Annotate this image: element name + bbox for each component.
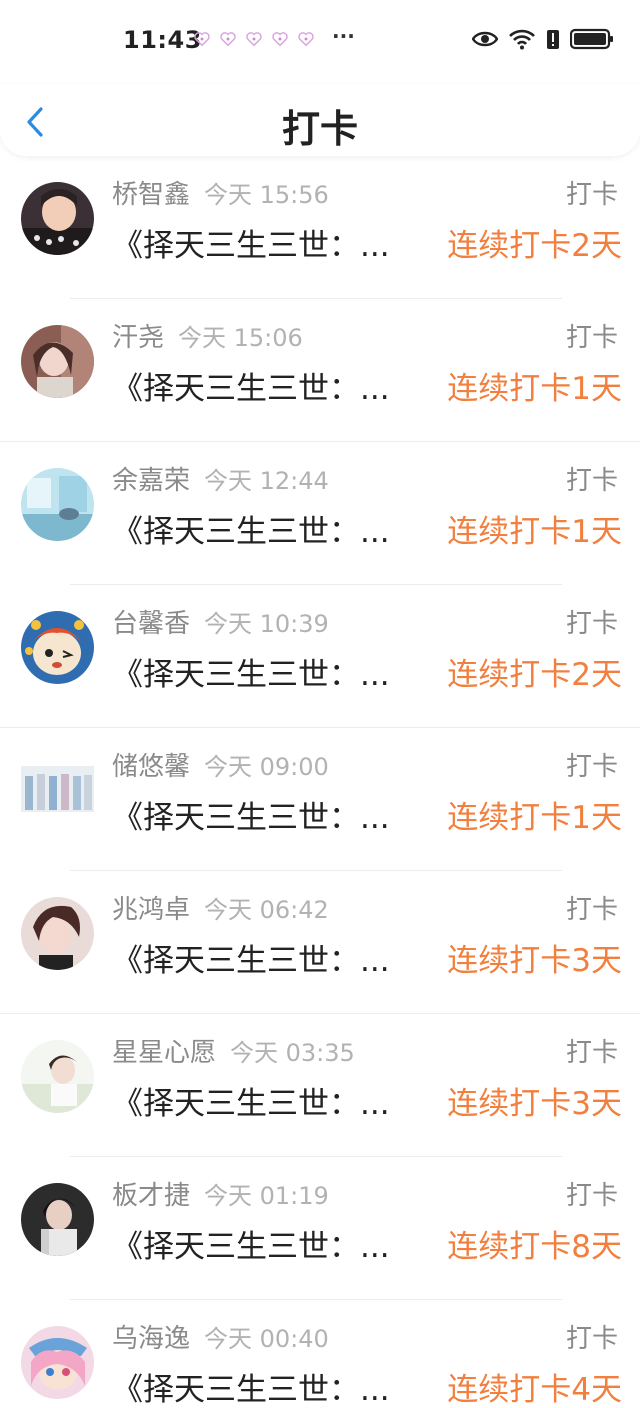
heart-notif-icon (298, 32, 314, 47)
checkin-time: 今天 15:06 (178, 324, 303, 352)
notification-icons (193, 30, 315, 48)
list-item[interactable]: 乌海逸 今天 00:40 打卡 《择天三生三世：... 连续打卡4天 (0, 1300, 640, 1408)
avatar[interactable] (21, 1040, 94, 1113)
streak-label: 连续打卡2天 (447, 657, 622, 693)
streak-label: 连续打卡2天 (447, 228, 622, 264)
streak-label: 连续打卡1天 (447, 514, 622, 550)
user-name[interactable]: 余嘉荣 (112, 466, 190, 496)
user-name-row: 乌海逸 今天 00:40 (112, 1318, 329, 1355)
avatar[interactable] (21, 611, 94, 684)
nav-bar: 打卡 (0, 84, 640, 156)
checkin-content[interactable]: 《择天三生三世：... 连续打卡1天 (112, 506, 622, 551)
checkin-time: 今天 03:35 (230, 1039, 355, 1067)
checkin-time: 今天 15:56 (204, 181, 329, 209)
heart-notif-icon (194, 32, 210, 47)
user-name-row: 板才捷 今天 01:19 (112, 1175, 329, 1212)
battery-alert-icon (547, 30, 559, 49)
streak-label: 连续打卡8天 (447, 1229, 622, 1265)
checkin-time: 今天 09:00 (204, 753, 329, 781)
streak-label: 连续打卡4天 (447, 1372, 622, 1408)
user-name-row: 兆鸿卓 今天 06:42 (112, 889, 329, 926)
user-name[interactable]: 板才捷 (112, 1181, 190, 1211)
avatar[interactable] (21, 468, 94, 541)
checkin-type: 打卡 (565, 752, 618, 782)
checkin-type: 打卡 (565, 466, 618, 496)
book-title: 《择天三生三世：... (112, 371, 390, 407)
streak-label: 连续打卡1天 (447, 800, 622, 836)
user-name[interactable]: 桥智鑫 (112, 180, 190, 210)
user-name[interactable]: 汗尧 (112, 323, 164, 353)
book-title: 《择天三生三世：... (112, 657, 390, 693)
avatar[interactable] (21, 897, 94, 970)
book-title: 《择天三生三世：... (112, 228, 390, 264)
page-title: 打卡 (281, 107, 358, 151)
list-item[interactable]: 汗尧 今天 15:06 打卡 《择天三生三世：... 连续打卡1天 (0, 299, 640, 442)
user-name-row: 汗尧 今天 15:06 (112, 317, 303, 354)
avatar[interactable] (21, 754, 94, 827)
avatar[interactable] (21, 325, 94, 398)
streak-label: 连续打卡3天 (447, 1086, 622, 1122)
checkin-content[interactable]: 《择天三生三世：... 连续打卡3天 (112, 935, 622, 980)
book-title: 《择天三生三世：... (112, 800, 390, 836)
eye-icon (472, 31, 498, 47)
heart-notif-icon (246, 32, 262, 47)
user-name-row: 星星心愿 今天 03:35 (112, 1032, 355, 1069)
checkin-type: 打卡 (565, 1038, 618, 1068)
list-item[interactable]: 兆鸿卓 今天 06:42 打卡 《择天三生三世：... 连续打卡3天 (0, 871, 640, 1014)
checkin-content[interactable]: 《择天三生三世：... 连续打卡2天 (112, 649, 622, 694)
list-item[interactable]: 星星心愿 今天 03:35 打卡 《择天三生三世：... 连续打卡3天 (0, 1014, 640, 1157)
checkin-content[interactable]: 《择天三生三世：... 连续打卡2天 (112, 220, 622, 265)
user-name[interactable]: 储悠馨 (112, 752, 190, 782)
list-item[interactable]: 桥智鑫 今天 15:56 打卡 《择天三生三世：... 连续打卡2天 (0, 156, 640, 299)
avatar[interactable] (21, 182, 94, 255)
heart-notif-icon (220, 32, 236, 47)
streak-label: 连续打卡3天 (447, 943, 622, 979)
status-time: 11:43 (123, 26, 202, 54)
checkin-content[interactable]: 《择天三生三世：... 连续打卡3天 (112, 1078, 622, 1123)
checkin-time: 今天 10:39 (204, 610, 329, 638)
checkin-type: 打卡 (565, 895, 618, 925)
checkin-content[interactable]: 《择天三生三世：... 连续打卡1天 (112, 792, 622, 837)
user-name-row: 储悠馨 今天 09:00 (112, 746, 329, 783)
list-item[interactable]: 余嘉荣 今天 12:44 打卡 《择天三生三世：... 连续打卡1天 (0, 442, 640, 585)
checkin-time: 今天 06:42 (204, 896, 329, 924)
book-title: 《择天三生三世：... (112, 943, 390, 979)
list-item[interactable]: 台馨香 今天 10:39 打卡 《择天三生三世：... 连续打卡2天 (0, 585, 640, 728)
more-notifications-indicator: ··· (332, 24, 355, 48)
checkin-content[interactable]: 《择天三生三世：... 连续打卡8天 (112, 1221, 622, 1266)
book-title: 《择天三生三世：... (112, 514, 390, 550)
user-name-row: 台馨香 今天 10:39 (112, 603, 329, 640)
checkin-list: 桥智鑫 今天 15:56 打卡 《择天三生三世：... 连续打卡2天 汗尧 今天 15… (0, 156, 640, 1408)
checkin-type: 打卡 (565, 323, 618, 353)
book-title: 《择天三生三世：... (112, 1229, 390, 1265)
wifi-icon (509, 29, 535, 50)
list-item[interactable]: 板才捷 今天 01:19 打卡 《择天三生三世：... 连续打卡8天 (0, 1157, 640, 1300)
checkin-type: 打卡 (565, 609, 618, 639)
checkin-type: 打卡 (565, 180, 618, 210)
battery-icon (570, 28, 613, 50)
book-title: 《择天三生三世：... (112, 1086, 390, 1122)
checkin-content[interactable]: 《择天三生三世：... 连续打卡1天 (112, 363, 622, 408)
heart-notif-icon (272, 32, 288, 47)
list-item[interactable]: 储悠馨 今天 09:00 打卡 《择天三生三世：... 连续打卡1天 (0, 728, 640, 871)
user-name[interactable]: 乌海逸 (112, 1324, 190, 1354)
checkin-type: 打卡 (565, 1181, 618, 1211)
checkin-type: 打卡 (565, 1324, 618, 1354)
streak-label: 连续打卡1天 (447, 371, 622, 407)
book-title: 《择天三生三世：... (112, 1372, 390, 1408)
checkin-time: 今天 01:19 (204, 1182, 329, 1210)
status-right-icons (472, 28, 614, 50)
avatar[interactable] (21, 1326, 94, 1399)
checkin-content[interactable]: 《择天三生三世：... 连续打卡4天 (112, 1364, 622, 1408)
user-name[interactable]: 兆鸿卓 (112, 895, 190, 925)
user-name[interactable]: 台馨香 (112, 609, 190, 639)
user-name-row: 余嘉荣 今天 12:44 (112, 460, 329, 497)
checkin-time: 今天 00:40 (204, 1325, 329, 1353)
user-name-row: 桥智鑫 今天 15:56 (112, 174, 329, 211)
status-bar: 11:43 ··· (0, 0, 640, 84)
checkin-time: 今天 12:44 (204, 467, 329, 495)
avatar[interactable] (21, 1183, 94, 1256)
user-name[interactable]: 星星心愿 (112, 1038, 216, 1068)
